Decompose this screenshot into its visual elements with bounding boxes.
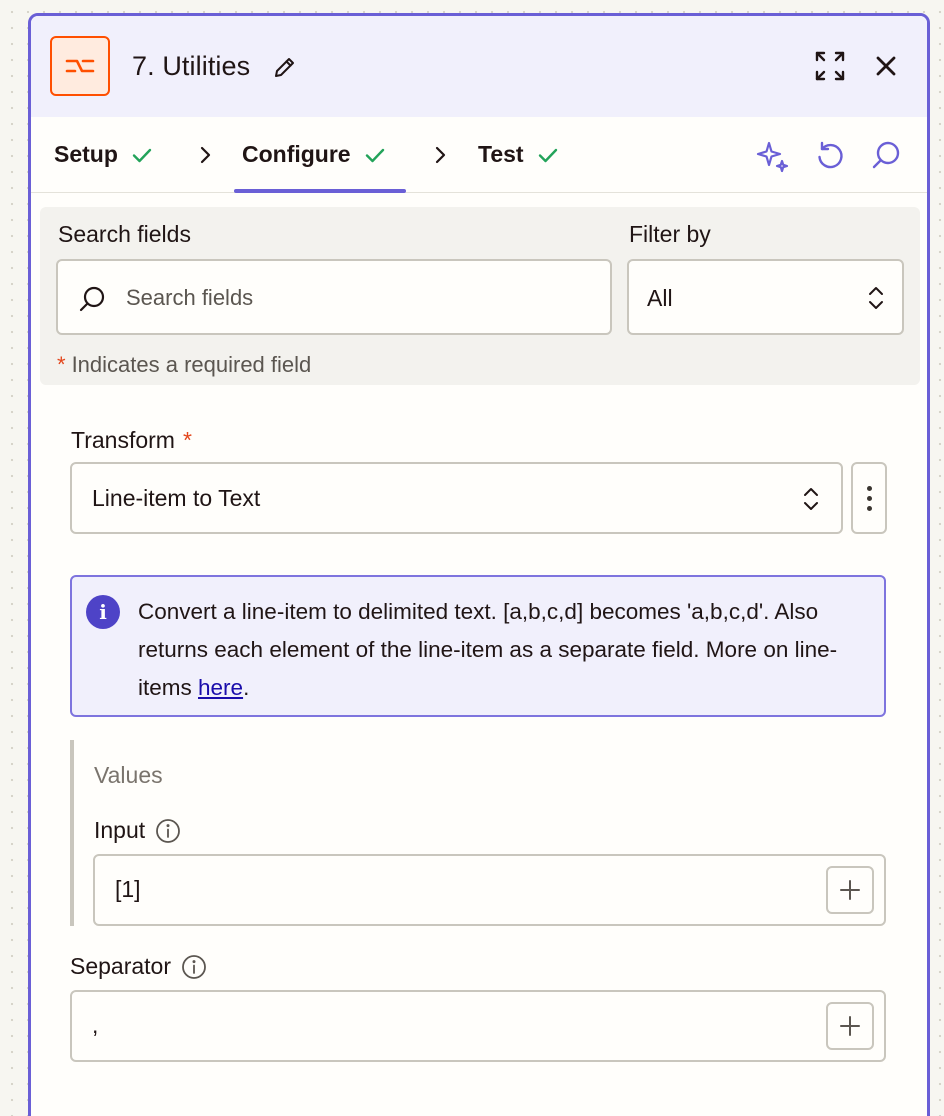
undo-icon[interactable] [812,138,848,174]
required-note-text: Indicates a required field [71,352,312,377]
active-tab-indicator [234,189,406,193]
tab-label: Setup [54,141,118,167]
search-icon[interactable] [868,138,904,174]
separator-label: Separator [70,953,207,980]
transform-select[interactable]: Line-item to Text [70,462,843,534]
filter-value: All [647,285,673,311]
plus-icon [840,1016,860,1036]
info-icon: i [86,595,120,629]
info-circle-icon[interactable] [155,818,181,844]
search-icon [79,286,105,312]
tab-setup[interactable]: Setup [54,141,154,168]
info-suffix: . [243,675,250,700]
info-text: Convert a line-item to delimited text. [… [138,593,868,707]
values-group: Values Input [1] [70,740,888,926]
more-options-button[interactable] [851,462,887,534]
expand-icon[interactable] [812,48,848,84]
step-header: 7. Utilities [31,16,927,117]
info-callout: i Convert a line-item to delimited text.… [70,575,886,717]
tab-test[interactable]: Test [478,141,560,168]
chevron-up-down-icon [869,287,883,309]
tab-label: Test [478,141,524,167]
check-icon [538,148,557,162]
dot [866,485,872,491]
separator-label-text: Separator [70,953,172,979]
dot [866,505,872,511]
insert-data-button[interactable] [826,866,874,914]
close-icon[interactable] [868,48,904,84]
values-group-label: Values [94,762,163,788]
search-fields-label: Search fields [58,221,191,247]
line-items-link[interactable]: here [198,675,243,700]
utilities-icon [50,36,110,96]
separator-field[interactable]: , [70,990,886,1062]
filter-select[interactable]: All [627,259,904,335]
transform-label: Transform * [71,427,192,454]
transform-value: Line-item to Text [92,485,261,511]
insert-data-button[interactable] [826,1002,874,1050]
chevron-right-icon [200,146,211,164]
field-search-area: Search fields Search fields Filter by Al… [40,207,920,385]
info-circle-icon[interactable] [181,954,207,980]
search-placeholder: Search fields [126,285,254,310]
tab-label: Configure [242,141,351,167]
required-marker: * [57,352,66,377]
input-value: [1] [115,876,141,902]
required-marker: * [182,427,192,453]
chevron-up-down-icon [804,488,818,510]
plus-icon [840,880,860,900]
check-icon [365,148,384,162]
filter-by-label: Filter by [629,221,711,247]
separator-value: , [92,1012,99,1038]
tab-configure[interactable]: Configure [242,141,387,168]
pencil-icon[interactable] [272,54,298,80]
input-label: Input [94,817,181,844]
check-icon [132,148,152,162]
input-field[interactable]: [1] [93,854,886,926]
step-title: 7. Utilities [132,51,251,81]
dot [866,495,872,501]
ai-sparkle-icon[interactable] [755,138,791,174]
step-panel: 7. Utilities Setup Configure Test Search… [28,13,930,1116]
step-tabs: Setup Configure Test [31,117,927,193]
input-label-text: Input [94,817,146,843]
required-field-note: * Indicates a required field [57,352,311,378]
chevron-right-icon [435,146,446,164]
search-input[interactable]: Search fields [56,259,612,335]
transform-label-text: Transform [71,427,175,453]
